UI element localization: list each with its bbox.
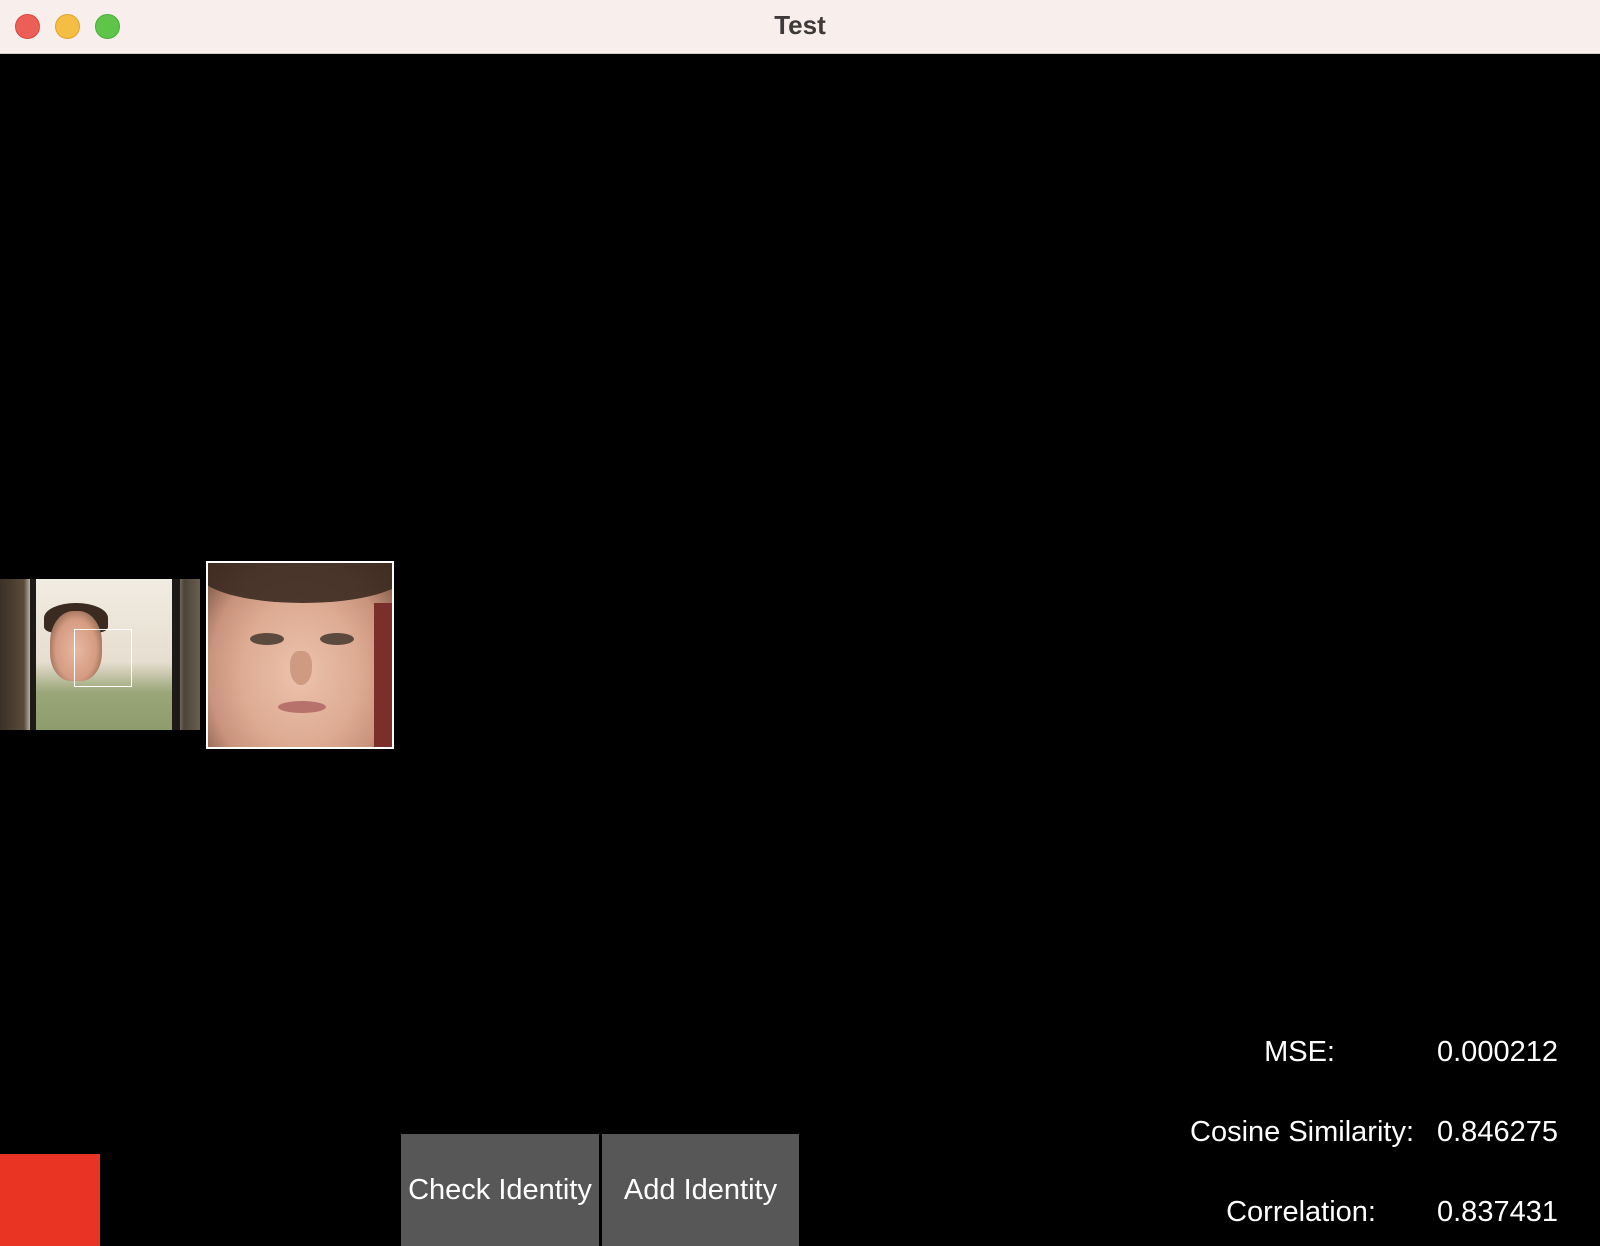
add-identity-button[interactable]: Add Identity	[602, 1134, 799, 1246]
correlation-label: Correlation:	[1226, 1196, 1376, 1228]
mouth-shape	[278, 701, 326, 713]
mse-value: 0.000212	[1437, 1036, 1558, 1068]
mse-label: MSE:	[1264, 1036, 1335, 1068]
app-window: Test Check Identity Add Identity MSE: 0.…	[0, 0, 1600, 1246]
cosine-similarity-label: Cosine Similarity:	[1190, 1116, 1414, 1148]
correlation-value: 0.837431	[1437, 1196, 1558, 1228]
camera-preview-image	[0, 579, 200, 730]
background-shape	[374, 603, 392, 747]
check-identity-button[interactable]: Check Identity	[401, 1134, 599, 1246]
cosine-similarity-value: 0.846275	[1437, 1116, 1558, 1148]
nose-shape	[290, 651, 312, 685]
status-indicator	[0, 1154, 100, 1246]
main-content: Check Identity Add Identity MSE: 0.00021…	[0, 54, 1600, 1246]
hair-shape	[208, 563, 392, 603]
left-eye-shape	[250, 633, 284, 645]
title-bar: Test	[0, 0, 1600, 54]
window-title: Test	[774, 10, 826, 40]
cropped-face-image	[206, 561, 394, 749]
right-eye-shape	[320, 633, 354, 645]
face-detection-box	[74, 629, 132, 687]
